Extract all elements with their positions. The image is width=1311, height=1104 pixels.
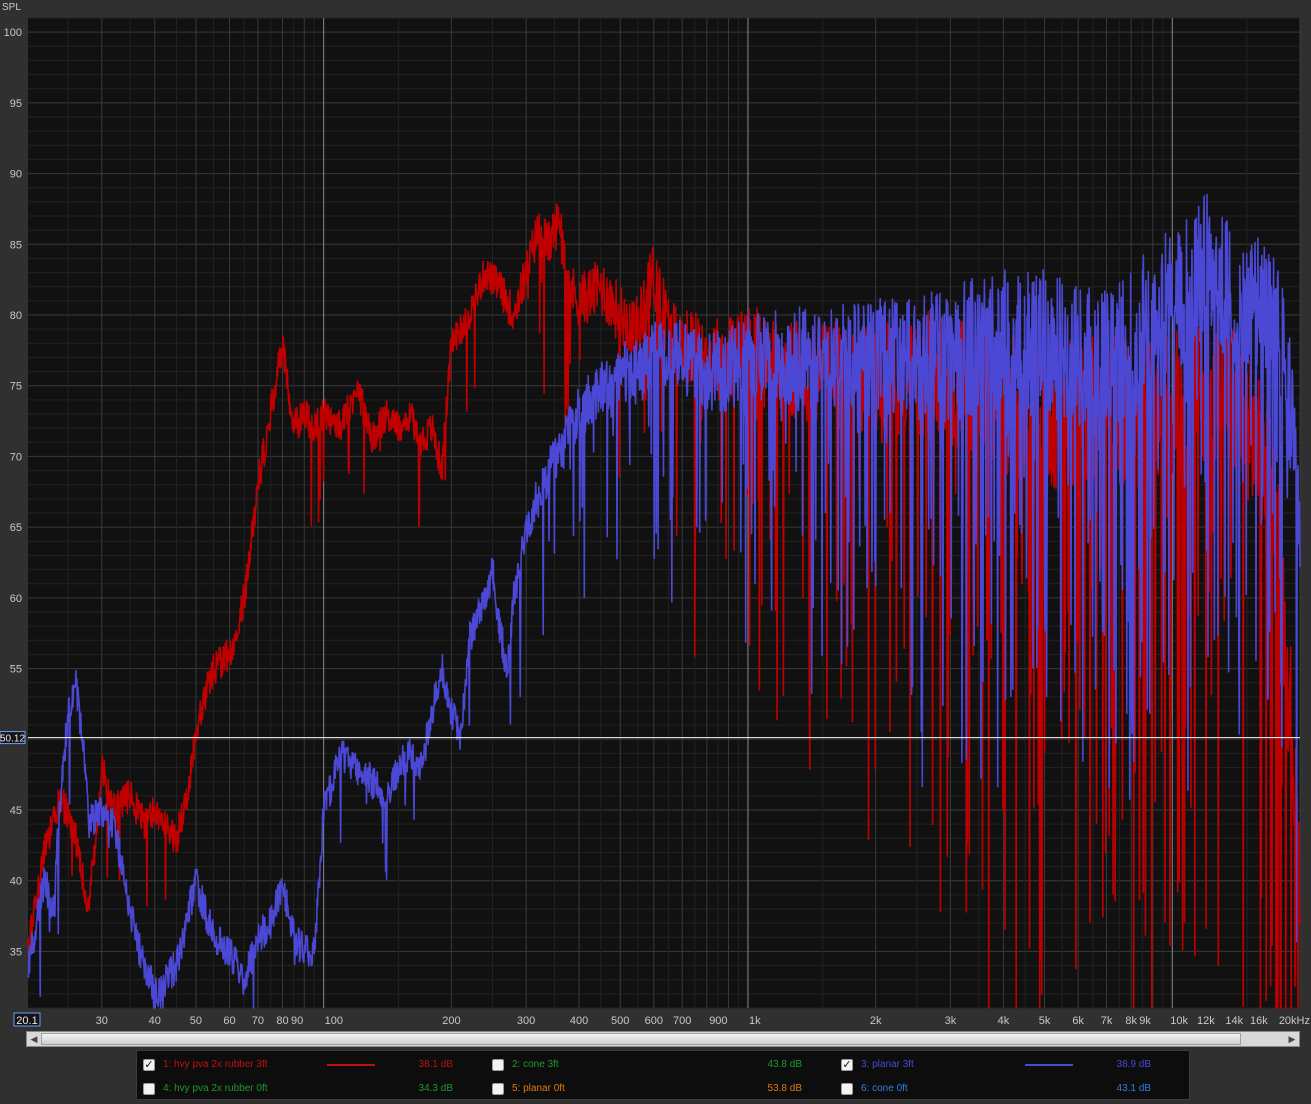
scroll-right-arrow-icon[interactable]: ▶: [1286, 1033, 1298, 1045]
y-tick-label: 70: [10, 451, 22, 463]
scroll-left-arrow-icon[interactable]: ◀: [28, 1033, 40, 1045]
spl-chart[interactable]: 100 95 90 85 80 75 70 65 60 55 50 45 40 35 20.1 30 40 50…: [0, 0, 1311, 1030]
x-tick-label: 500: [611, 1015, 629, 1027]
x-tick-label: 600: [645, 1015, 663, 1027]
y-tick-label: 95: [10, 98, 22, 110]
x-tick-label: 20.1: [16, 1015, 37, 1027]
x-tick-label: 700: [673, 1015, 691, 1027]
x-tick-label: 20kHz: [1279, 1015, 1310, 1027]
legend-checkbox[interactable]: ✓: [841, 1059, 853, 1071]
x-tick-label: 5k: [1039, 1015, 1051, 1027]
legend-label: 1: hvy pva 2x rubber 3ft: [163, 1059, 268, 1070]
y-tick-label: 100: [4, 27, 22, 39]
y-tick-label: 65: [10, 522, 22, 534]
x-tick-label: 3k: [945, 1015, 957, 1027]
y-axis-title: SPL: [2, 2, 21, 13]
x-tick-label: 1k: [749, 1015, 761, 1027]
legend-checkbox[interactable]: [143, 1083, 155, 1095]
x-tick-label: 100: [325, 1015, 343, 1027]
legend-swatch: [327, 1064, 375, 1066]
x-tick-label: 8k: [1125, 1015, 1137, 1027]
x-tick-label: 12k: [1197, 1015, 1215, 1027]
x-tick-label: 70: [252, 1015, 264, 1027]
legend-value: 53.8 dB: [767, 1083, 802, 1094]
legend-label: 5: planar 0ft: [512, 1083, 565, 1094]
legend-label: 6: cone 0ft: [861, 1083, 908, 1094]
y-tick-label: 80: [10, 310, 22, 322]
legend-checkbox[interactable]: [841, 1083, 853, 1095]
x-tick-label: 50: [190, 1015, 202, 1027]
legend-label: 3: planar 3ft: [861, 1059, 914, 1070]
legend-checkbox[interactable]: ✓: [143, 1059, 155, 1071]
legend-value: 34.3 dB: [418, 1083, 453, 1094]
legend-value: 38.9 dB: [1116, 1059, 1151, 1070]
legend-checkbox[interactable]: [492, 1059, 504, 1071]
x-tick-label: 7k: [1101, 1015, 1113, 1027]
x-tick-label: 6k: [1072, 1015, 1084, 1027]
legend-item: 4: hvy pva 2x rubber 0ft 34.3 dB: [139, 1079, 484, 1099]
x-tick-label: 90: [291, 1015, 303, 1027]
horizontal-scrollbar[interactable]: ◀ ▶: [26, 1031, 1300, 1047]
x-tick-label: 900: [709, 1015, 727, 1027]
y-tick-label: 75: [10, 381, 22, 393]
x-tick-label: 30: [96, 1015, 108, 1027]
y-tick-label: 55: [10, 664, 22, 676]
x-tick-label: 60: [223, 1015, 235, 1027]
x-tick-label: 80: [276, 1015, 288, 1027]
x-tick-label: 14k: [1225, 1015, 1243, 1027]
y-tick-label: 45: [10, 805, 22, 817]
x-tick-label: 40: [149, 1015, 161, 1027]
measurement-legend: ✓ 1: hvy pva 2x rubber 3ft 38.1 dB 2: cone …: [136, 1050, 1190, 1100]
x-tick-label: 200: [442, 1015, 460, 1027]
legend-item: 2: cone 3ft 43.8 dB: [488, 1055, 833, 1075]
legend-value: 38.1 dB: [418, 1059, 453, 1070]
legend-swatch: [1025, 1064, 1073, 1066]
scrollbar-thumb[interactable]: [41, 1033, 1241, 1045]
x-tick-label: 9k: [1139, 1015, 1151, 1027]
x-tick-label: 10k: [1170, 1015, 1188, 1027]
x-tick-label: 400: [570, 1015, 588, 1027]
rew-spl-graph-window: 100 95 90 85 80 75 70 65 60 55 50 45 40 35 20.1 30 40 50…: [0, 0, 1311, 1104]
legend-item: 6: cone 0ft 43.1 dB: [837, 1079, 1182, 1099]
legend-item: ✓ 3: planar 3ft 38.9 dB: [837, 1055, 1182, 1075]
y-tick-label: 85: [10, 239, 22, 251]
legend-item: 5: planar 0ft 53.8 dB: [488, 1079, 833, 1099]
legend-value: 43.1 dB: [1116, 1083, 1151, 1094]
cursor-value-label: 50.12: [0, 734, 25, 745]
x-tick-label: 4k: [998, 1015, 1010, 1027]
y-tick-label: 35: [10, 946, 22, 958]
y-tick-label: 40: [10, 876, 22, 888]
x-tick-label: 16k: [1250, 1015, 1268, 1027]
legend-value: 43.8 dB: [767, 1059, 802, 1070]
legend-checkbox[interactable]: [492, 1083, 504, 1095]
legend-item: ✓ 1: hvy pva 2x rubber 3ft 38.1 dB: [139, 1055, 484, 1075]
legend-label: 2: cone 3ft: [512, 1059, 559, 1070]
x-tick-label: 300: [517, 1015, 535, 1027]
legend-label: 4: hvy pva 2x rubber 0ft: [163, 1083, 268, 1094]
y-tick-label: 60: [10, 593, 22, 605]
y-tick-label: 90: [10, 169, 22, 181]
x-tick-label: 2k: [870, 1015, 882, 1027]
